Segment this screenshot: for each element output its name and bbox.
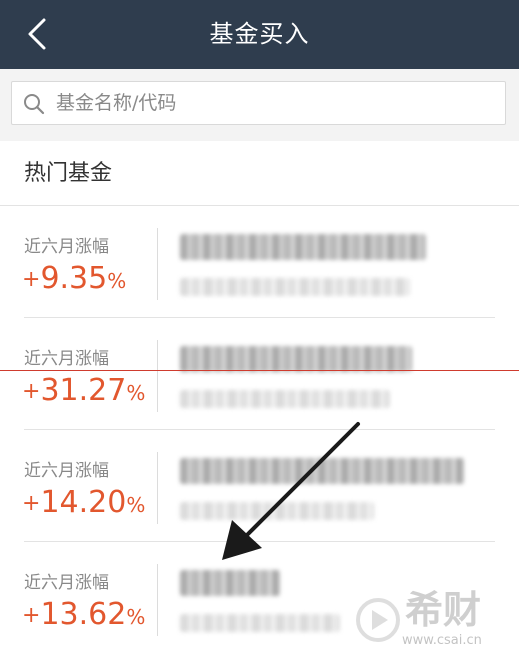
growth-value: +13.62% <box>22 598 145 634</box>
fund-detail-blurred <box>180 390 390 408</box>
growth-value: +9.35% <box>22 262 126 298</box>
vertical-divider <box>157 340 158 412</box>
fund-row[interactable]: 近六月涨幅 +9.35% <box>0 206 519 318</box>
growth-number: 14.20 <box>40 485 127 520</box>
growth-label: 近六月涨幅 <box>24 237 109 257</box>
growth-sign: + <box>22 603 41 628</box>
fund-name-blurred <box>180 234 426 260</box>
growth-number: 9.35 <box>40 261 108 296</box>
annotation-line <box>0 370 519 371</box>
search-icon <box>24 94 45 115</box>
growth-sign: + <box>22 267 41 292</box>
search-box[interactable] <box>11 81 506 125</box>
fund-buy-screen: 基金买入 热门基金 近六月涨幅 +9.35% 近六月涨幅 +31.27% <box>0 0 519 655</box>
search-area <box>0 69 519 141</box>
growth-number: 31.27 <box>40 373 127 408</box>
fund-detail-blurred <box>180 278 410 296</box>
growth-unit: % <box>126 493 146 517</box>
growth-value: +31.27% <box>22 374 145 410</box>
growth-sign: + <box>22 379 41 404</box>
growth-unit: % <box>107 269 127 293</box>
vertical-divider <box>157 228 158 300</box>
growth-label: 近六月涨幅 <box>24 349 109 369</box>
watermark-brand: 希财 <box>405 588 482 632</box>
watermark-url: www.csai.cn <box>402 633 482 648</box>
fund-name-blurred <box>180 346 412 372</box>
growth-unit: % <box>126 605 146 629</box>
fund-detail-blurred <box>180 614 340 632</box>
vertical-divider <box>157 452 158 524</box>
top-nav-bar: 基金买入 <box>0 0 519 69</box>
growth-label: 近六月涨幅 <box>24 573 109 593</box>
section-title-hot-funds: 热门基金 <box>24 161 113 186</box>
fund-name-blurred <box>180 570 280 596</box>
search-input[interactable] <box>56 82 496 124</box>
fund-row[interactable]: 近六月涨幅 +31.27% <box>0 318 519 430</box>
growth-value: +14.20% <box>22 486 145 522</box>
growth-sign: + <box>22 491 41 516</box>
vertical-divider <box>157 564 158 636</box>
page-title: 基金买入 <box>209 20 310 48</box>
annotation-arrow-icon <box>222 422 360 560</box>
watermark-logo-icon <box>356 598 400 642</box>
growth-number: 13.62 <box>40 597 127 632</box>
growth-label: 近六月涨幅 <box>24 461 109 481</box>
growth-unit: % <box>126 381 146 405</box>
